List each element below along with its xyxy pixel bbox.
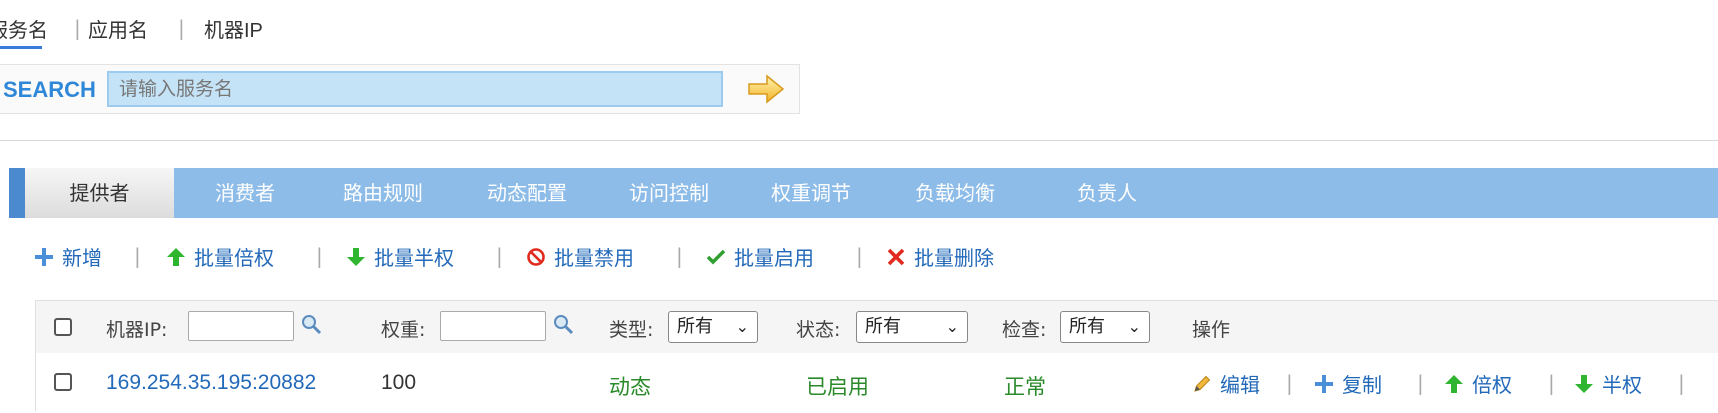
pencil-icon	[1194, 375, 1211, 392]
chevron-down-icon: ⌄	[1127, 317, 1141, 336]
divider	[0, 140, 1718, 141]
separator: |	[1548, 371, 1555, 395]
separator: |	[1417, 371, 1424, 395]
separator: |	[316, 244, 323, 268]
check-filter-label: 检查:	[1002, 319, 1047, 341]
edit-label: 编辑	[1220, 373, 1260, 397]
search-panel: SEARCH	[0, 64, 800, 114]
ip-filter-input[interactable]	[188, 311, 294, 341]
type-value: 动态	[609, 375, 651, 399]
chevron-down-icon: ⌄	[735, 317, 749, 336]
check-value: 正常	[1004, 375, 1046, 399]
type-filter-value: 所有	[677, 316, 713, 337]
status-filter-label: 状态:	[796, 319, 841, 341]
type-filter-select[interactable]: 所有 ⌄	[668, 311, 758, 343]
batch-disable-label: 批量禁用	[554, 246, 634, 270]
tab-routes[interactable]: 路由规则	[315, 168, 451, 218]
tab-providers[interactable]: 提供者	[25, 168, 174, 218]
status-value: 已启用	[806, 375, 869, 399]
copy-button[interactable]: 复制	[1314, 369, 1382, 398]
providers-table: 机器IP: 权重: 类型: 所有 ⌄ 状态: 所有 ⌄ 检查: 所有 ⌄ 操作 …	[35, 300, 1718, 413]
separator: |	[1678, 371, 1685, 395]
separator: |	[134, 244, 141, 268]
arrow-down-icon	[1575, 374, 1593, 393]
nav-tabs: 提供者 消费者 路由规则 动态配置 访问控制 权重调节 负载均衡 负责人	[9, 168, 1718, 218]
search-icon[interactable]	[300, 313, 322, 335]
separator: |	[178, 16, 185, 40]
tab-owner[interactable]: 负责人	[1047, 168, 1167, 218]
copy-label: 复制	[1342, 373, 1382, 397]
batch-half-label: 批量半权	[374, 246, 454, 270]
batch-enable-label: 批量启用	[734, 246, 814, 270]
weight-value: 100	[381, 371, 417, 394]
arrow-down-icon	[347, 247, 365, 266]
search-tab-app[interactable]: 应用名	[88, 14, 148, 43]
search-input[interactable]	[107, 71, 723, 107]
batch-double-label: 批量倍权	[194, 246, 274, 270]
add-button[interactable]: 新增	[34, 242, 102, 271]
nav-stripe	[9, 168, 25, 218]
double-weight-button[interactable]: 倍权	[1444, 369, 1512, 398]
status-filter-value: 所有	[865, 316, 901, 337]
x-icon	[887, 248, 905, 265]
tab-consumers[interactable]: 消费者	[185, 168, 305, 218]
weight-filter-input[interactable]	[440, 311, 546, 341]
batch-double-button[interactable]: 批量倍权	[166, 242, 274, 271]
table-row: 169.254.35.195:20882 100 动态 已启用 正常 编辑 | …	[36, 353, 1718, 413]
ban-icon	[527, 247, 545, 266]
tab-weight[interactable]: 权重调节	[743, 168, 879, 218]
search-tab-ip[interactable]: 机器IP	[204, 14, 263, 43]
search-tab-service[interactable]: 服务名	[0, 14, 48, 49]
separator: |	[856, 244, 863, 268]
row-checkbox[interactable]	[54, 373, 72, 391]
plus-icon	[1315, 374, 1333, 393]
check-filter-value: 所有	[1069, 316, 1105, 337]
type-filter-label: 类型:	[609, 319, 654, 341]
ops-header: 操作	[1192, 319, 1231, 341]
table-header: 机器IP: 权重: 类型: 所有 ⌄ 状态: 所有 ⌄ 检查: 所有 ⌄ 操作	[36, 301, 1718, 354]
tab-access-control[interactable]: 访问控制	[601, 168, 737, 218]
double-weight-label: 倍权	[1472, 373, 1512, 397]
add-label: 新增	[62, 246, 102, 270]
check-icon	[706, 249, 726, 264]
status-filter-select[interactable]: 所有 ⌄	[856, 311, 968, 343]
chevron-down-icon: ⌄	[945, 317, 959, 336]
separator: |	[1286, 371, 1293, 395]
batch-disable-button[interactable]: 批量禁用	[526, 242, 634, 271]
arrow-up-icon	[1445, 374, 1463, 393]
tab-dynamic-config[interactable]: 动态配置	[459, 168, 595, 218]
batch-delete-label: 批量删除	[914, 246, 994, 270]
separator: |	[676, 244, 683, 268]
arrow-right-icon[interactable]	[747, 73, 785, 105]
arrow-up-icon	[167, 247, 185, 266]
batch-delete-button[interactable]: 批量删除	[886, 242, 994, 271]
ip-filter-label: 机器IP:	[106, 319, 168, 341]
select-all-checkbox[interactable]	[54, 318, 72, 336]
provider-address-link[interactable]: 169.254.35.195:20882	[106, 371, 316, 395]
weight-filter-label: 权重:	[381, 319, 426, 341]
half-weight-label: 半权	[1602, 373, 1642, 397]
batch-half-button[interactable]: 批量半权	[346, 242, 454, 271]
half-weight-button[interactable]: 半权	[1574, 369, 1642, 398]
batch-enable-button[interactable]: 批量启用	[706, 242, 814, 271]
search-icon[interactable]	[552, 313, 574, 335]
check-filter-select[interactable]: 所有 ⌄	[1060, 311, 1150, 343]
separator: |	[74, 16, 81, 40]
tab-load-balance[interactable]: 负载均衡	[885, 168, 1025, 218]
edit-button[interactable]: 编辑	[1192, 369, 1260, 398]
separator: |	[496, 244, 503, 268]
plus-icon	[35, 247, 53, 266]
search-label: SEARCH	[3, 77, 96, 102]
